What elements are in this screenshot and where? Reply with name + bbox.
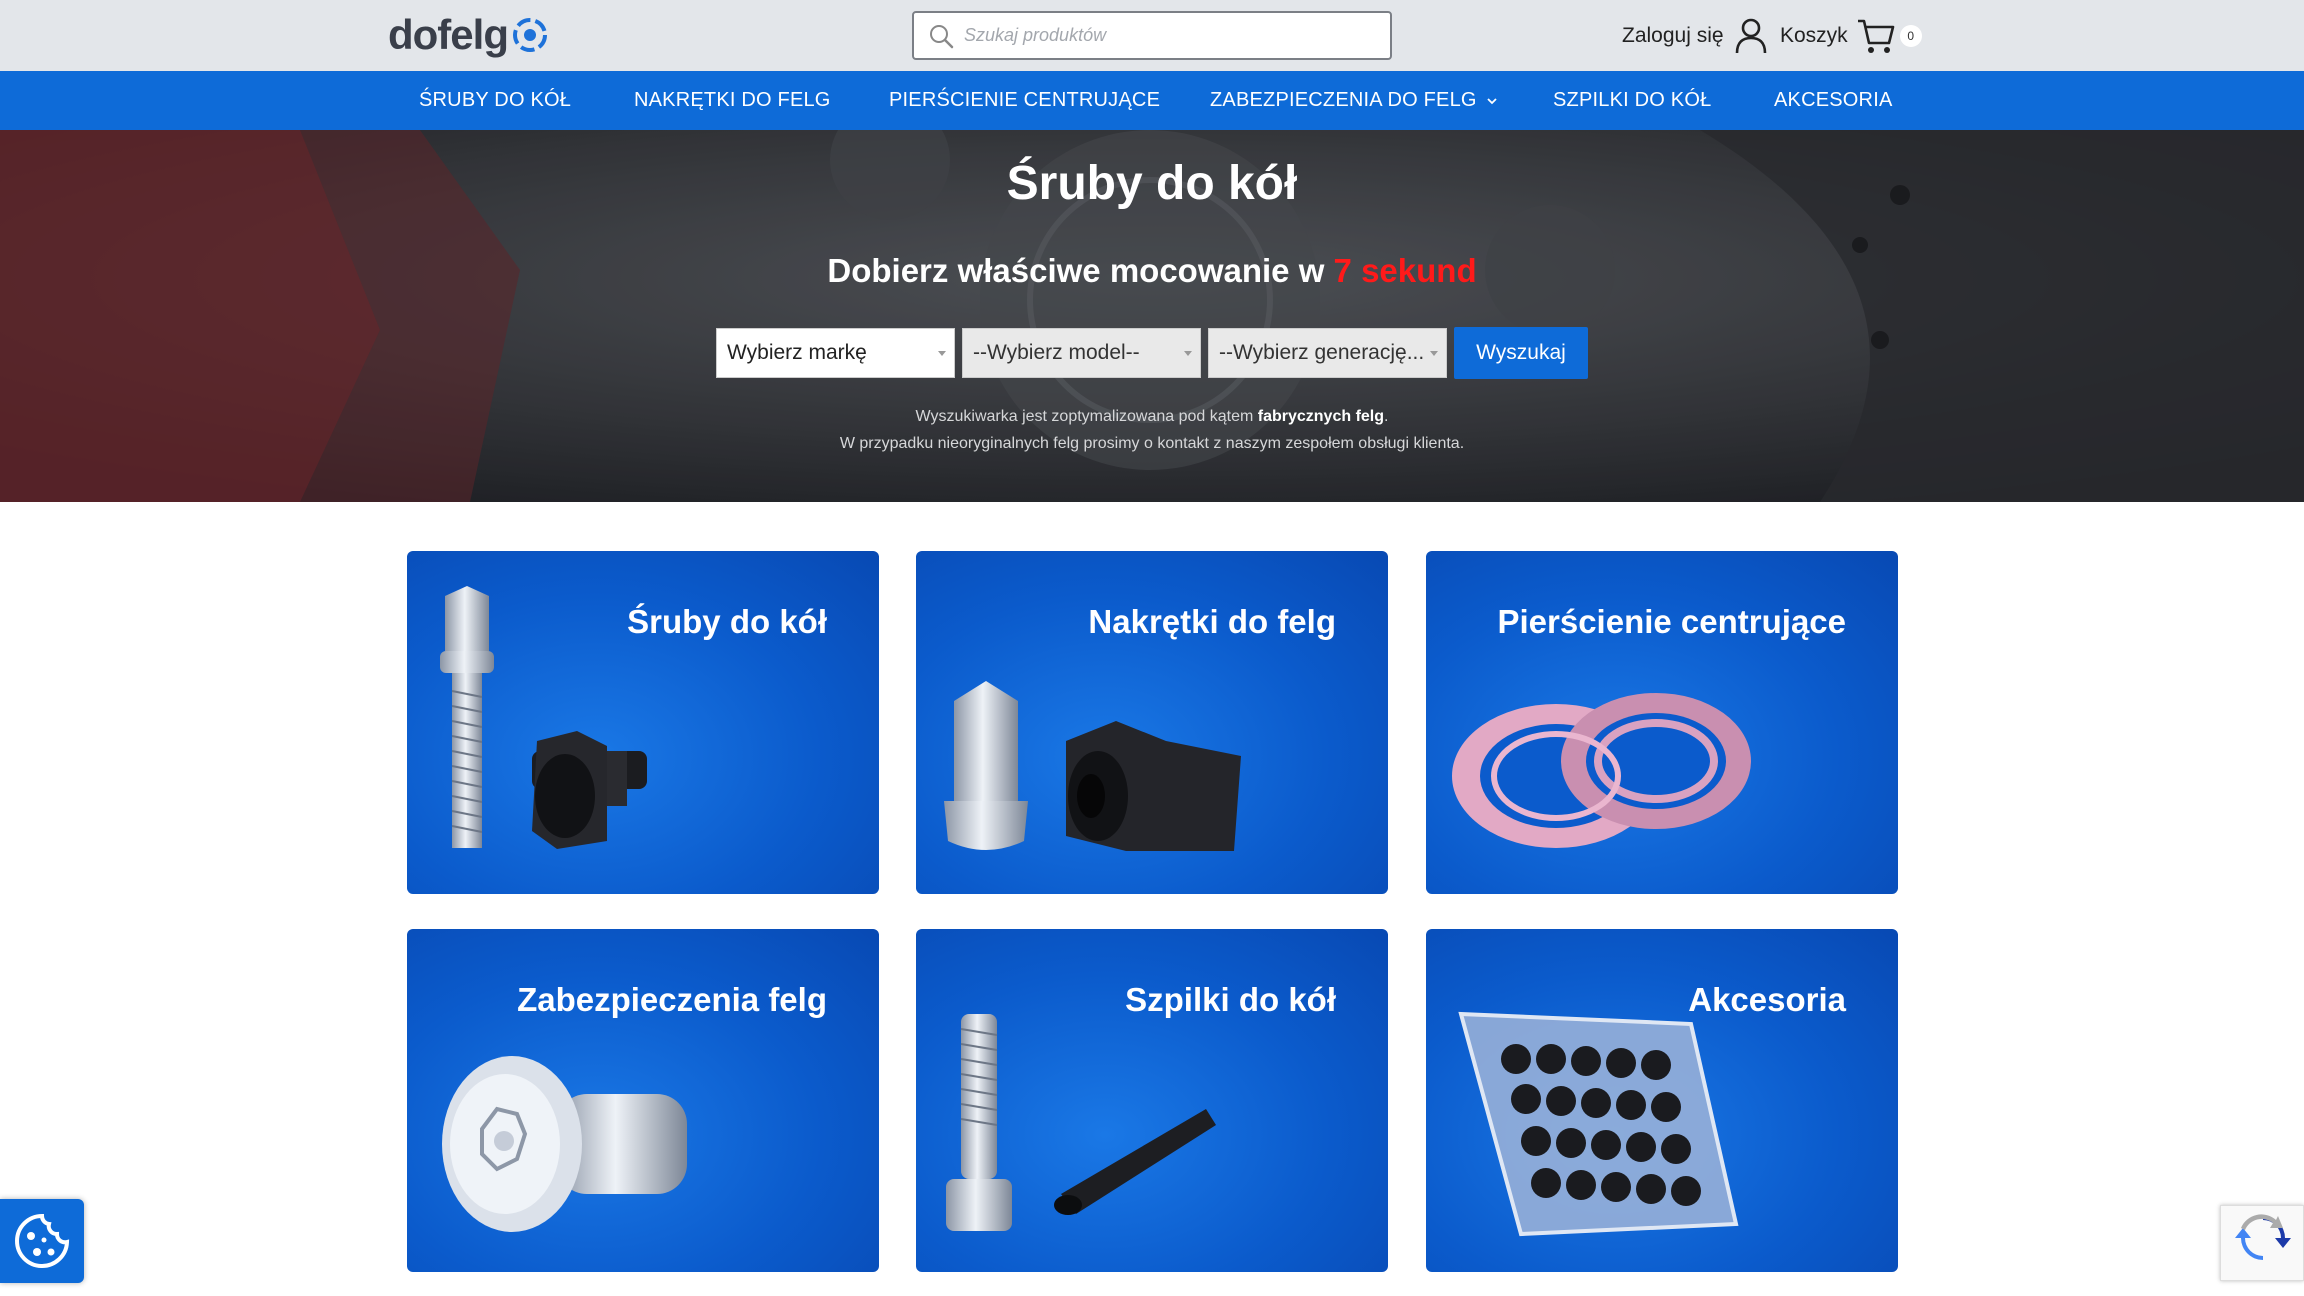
hero-search-section: Śruby do kół Dobierz właściwe mocowanie … — [0, 130, 2304, 502]
search-icon — [930, 24, 954, 48]
hero-note-line1-prefix: Wyszukiwarka jest zoptymalizowana pod ką… — [915, 408, 1258, 425]
nav-item-zabezpieczenia-label: ZABEZPIECZENIA DO FELG — [1210, 89, 1477, 111]
hero-note-line2: W przypadku nieoryginalnych felg prosimy… — [839, 435, 1465, 452]
nav-item-szpilki[interactable]: SZPILKI DO KÓŁ — [1553, 71, 1711, 130]
category-card-nakretki[interactable]: Nakrętki do felg — [916, 551, 1388, 894]
recaptcha-badge[interactable] — [2220, 1205, 2304, 1281]
category-title: Nakrętki do felg — [1088, 603, 1336, 640]
recaptcha-icon — [2235, 1214, 2291, 1260]
hero-note-line1-suffix: . — [1384, 408, 1389, 425]
nav-item-nakretki[interactable]: NAKRĘTKI DO FELG — [634, 71, 831, 130]
logo-text: dofelg — [388, 11, 509, 58]
dropdown-arrow-icon — [938, 351, 946, 356]
cart-link[interactable]: Koszyk 0 — [1780, 14, 1922, 58]
model-select-value: --Wybierz model-- — [973, 341, 1140, 364]
chevron-down-icon — [1487, 98, 1498, 104]
category-card-pierscienie[interactable]: Pierścienie centrujące — [1426, 551, 1898, 894]
hero-subtitle-prefix: Dobierz właściwe mocowanie w — [827, 252, 1334, 289]
category-card-zabezpieczenia[interactable]: Zabezpieczenia felg — [407, 929, 879, 1272]
dropdown-arrow-icon — [1184, 351, 1192, 356]
category-card-akcesoria[interactable]: Akcesoria — [1426, 929, 1898, 1272]
hero-note-bold: fabrycznych felg — [1257, 408, 1385, 425]
top-header: dofelg Zaloguj się Koszyk 0 — [0, 0, 2304, 71]
generation-select[interactable]: --Wybierz generację... — [1208, 328, 1447, 378]
model-select[interactable]: --Wybierz model-- — [962, 328, 1201, 378]
logo[interactable]: dofelg — [388, 11, 550, 58]
generation-select-value: --Wybierz generację... — [1219, 341, 1425, 364]
main-nav: ŚRUBY DO KÓŁ NAKRĘTKI DO FELG PIERŚCIENI… — [0, 71, 2304, 130]
cookie-icon — [15, 1213, 70, 1268]
hero-subtitle-highlight: 7 sekund — [1333, 252, 1477, 289]
category-title: Akcesoria — [1688, 981, 1846, 1018]
category-title: Pierścienie centrujące — [1497, 603, 1846, 640]
cart-count-badge: 0 — [1899, 25, 1922, 47]
search-input[interactable] — [964, 25, 1364, 46]
category-title: Zabezpieczenia felg — [517, 981, 827, 1018]
brand-select-value: Wybierz markę — [727, 341, 867, 364]
nav-item-sruby[interactable]: ŚRUBY DO KÓŁ — [419, 71, 571, 130]
cart-icon — [1857, 19, 1894, 53]
category-title: Szpilki do kół — [1125, 981, 1336, 1018]
hero-title: Śruby do kół — [1006, 157, 1298, 210]
cookie-settings-button[interactable] — [0, 1199, 84, 1283]
vehicle-search-button[interactable]: Wyszukaj — [1454, 327, 1588, 379]
user-icon — [1735, 18, 1766, 54]
brand-select[interactable]: Wybierz markę — [716, 328, 955, 378]
cart-label: Koszyk — [1780, 24, 1848, 47]
logo-mark-icon — [512, 18, 547, 52]
vehicle-selector: Wybierz markę --Wybierz model-- --Wybier… — [716, 327, 1588, 379]
login-label: Zaloguj się — [1622, 24, 1724, 47]
login-link[interactable]: Zaloguj się — [1622, 14, 1768, 58]
category-title: Śruby do kół — [627, 603, 827, 640]
category-card-sruby[interactable]: Śruby do kół — [407, 551, 879, 894]
nav-item-akcesoria[interactable]: AKCESORIA — [1774, 71, 1893, 130]
dropdown-arrow-icon — [1430, 351, 1438, 356]
hero-note-line1: Wyszukiwarka jest zoptymalizowana pod ką… — [0, 403, 2304, 430]
hero-subtitle: Dobierz właściwe mocowanie w 7 sekund — [0, 252, 2304, 290]
hero-note: Wyszukiwarka jest zoptymalizowana pod ką… — [0, 403, 2304, 457]
category-card-szpilki[interactable]: Szpilki do kół — [916, 929, 1388, 1272]
search-box[interactable] — [912, 11, 1392, 60]
nav-item-zabezpieczenia[interactable]: ZABEZPIECZENIA DO FELG — [1210, 71, 1498, 130]
nav-item-pierscienie[interactable]: PIERŚCIENIE CENTRUJĄCE — [889, 71, 1160, 130]
